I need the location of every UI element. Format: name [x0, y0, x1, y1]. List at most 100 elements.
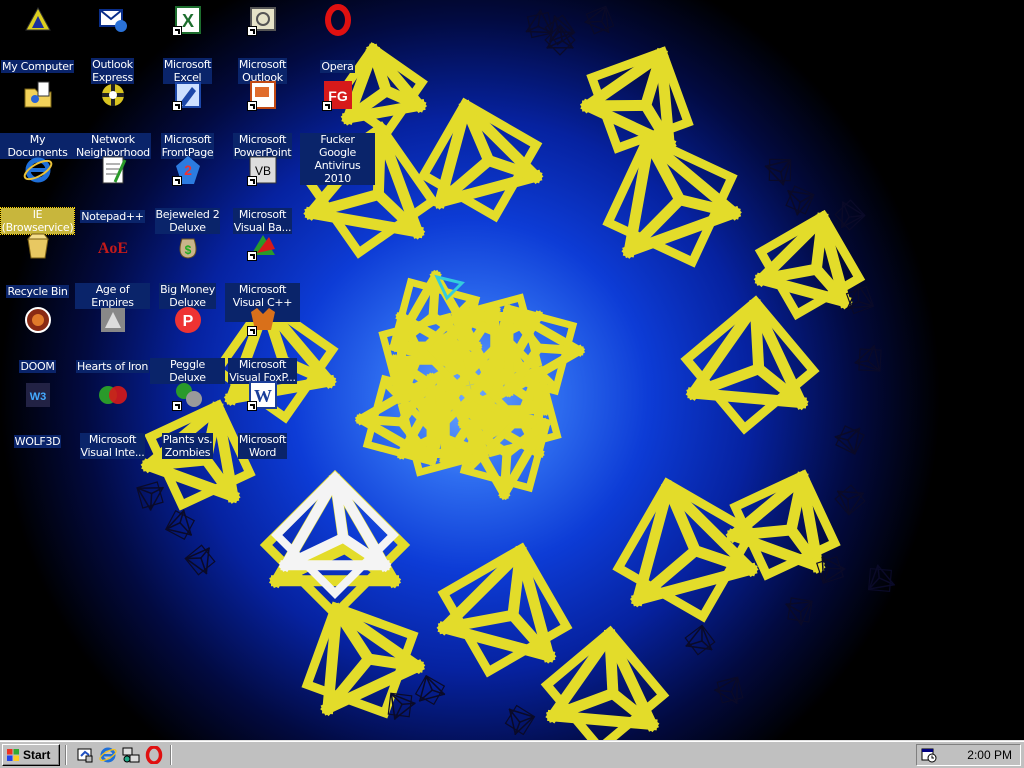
desktop-icon-peggle[interactable]: P Peggle Deluxe — [150, 304, 225, 385]
tetrahedron-shape — [714, 676, 744, 705]
tetrahedron-shape — [834, 199, 866, 231]
desktop-icon-excel[interactable]: X Microsoft Excel — [150, 4, 225, 85]
desktop-icon-label: Opera — [320, 60, 355, 73]
desktop-icon-frontpage[interactable]: Microsoft FrontPage — [150, 79, 225, 160]
desktop-icon-outlook[interactable]: Microsoft Outlook — [225, 4, 300, 85]
outlook-express-icon — [97, 4, 129, 36]
internet-explorer-icon[interactable] — [99, 746, 117, 764]
computer-icon — [22, 4, 54, 36]
desktop-icon-my-computer[interactable]: My Computer — [0, 4, 75, 74]
desktop-icon-hearts-of-iron[interactable]: Hearts of Iron — [75, 304, 150, 374]
svg-text:2: 2 — [184, 162, 192, 178]
shortcut-arrow-icon — [246, 251, 257, 261]
desktop-icon-powerpoint[interactable]: Microsoft PowerPoint — [225, 79, 300, 160]
svg-text:$: $ — [184, 243, 191, 257]
desktop-icon-label: WOLF3D — [13, 435, 62, 448]
internet-explorer-icon — [22, 154, 54, 186]
svg-text:P: P — [182, 313, 193, 330]
word-icon: W — [246, 379, 279, 411]
network-icon — [97, 79, 129, 111]
desktop-icon-opera[interactable]: Opera — [300, 4, 375, 74]
antivirus-icon: FG — [321, 79, 354, 111]
doom-icon — [22, 304, 54, 336]
shortcut-arrow-icon — [246, 401, 257, 411]
powerpoint-icon — [246, 79, 279, 111]
tetrahedron-shape — [834, 425, 865, 455]
tetrahedron-shape — [867, 564, 896, 593]
tetrahedron-shape — [414, 674, 446, 706]
desktop-icon-word[interactable]: W Microsoft Word — [225, 379, 300, 460]
visual-basic-icon: VB — [246, 154, 279, 186]
desktop-icon-label: Microsoft Visual Inte... — [79, 433, 146, 459]
desktop-icon-doom[interactable]: DOOM — [0, 304, 75, 374]
desktop-icon-visual-foxpro[interactable]: Microsoft Visual FoxP... — [225, 304, 300, 385]
desktop-icon-recycle-bin[interactable]: Recycle Bin — [0, 229, 75, 299]
clock[interactable]: 2:00 PM — [967, 745, 1012, 765]
tetrahedron-shape — [684, 624, 716, 656]
opera-icon — [322, 4, 354, 36]
desktop-icon-wolf3d[interactable]: W3 WOLF3D — [0, 379, 75, 449]
desktop-icon-label: Notepad++ — [80, 210, 145, 223]
svg-text:AoE: AoE — [97, 240, 127, 257]
desktop-icon-antivirus[interactable]: FG Fucker Google Antivirus 2010 — [300, 79, 375, 186]
desktop-icon-outlook-express[interactable]: Outlook Express — [75, 4, 150, 85]
outlook-icon — [246, 4, 279, 36]
documents-folder-icon — [22, 79, 54, 111]
shortcut-arrow-icon — [171, 401, 182, 411]
desktop-icon-big-money[interactable]: $ Big Money Deluxe — [150, 229, 225, 310]
taskbar: Start 2:00 PM — [0, 740, 1024, 768]
desktop-icon-bejeweled[interactable]: 2 Bejeweled 2 Deluxe — [150, 154, 225, 235]
tetrahedron-shape — [834, 484, 866, 516]
windows-logo-icon — [7, 749, 19, 761]
notepad-icon — [97, 154, 129, 186]
opera-icon[interactable] — [145, 746, 163, 764]
tetrahedron-shape — [785, 185, 815, 216]
tetrahedron-shape — [417, 97, 544, 223]
desktop-icon-notepadpp[interactable]: Notepad++ — [75, 154, 150, 224]
shortcut-arrow-icon — [171, 176, 182, 186]
excel-icon: X — [171, 4, 204, 36]
visual-cpp-icon — [246, 229, 279, 261]
wolf3d-icon: W3 — [22, 379, 54, 411]
shortcut-arrow-icon — [321, 101, 332, 111]
start-button[interactable]: Start — [2, 744, 60, 766]
desktop-icon-label: Microsoft Word — [237, 433, 288, 459]
tetrahedron-shape — [785, 597, 813, 626]
shortcut-arrow-icon — [246, 326, 257, 336]
tetrahedron-shape — [136, 481, 164, 511]
desktop-icon-ie[interactable]: IE (Browservice) — [0, 154, 76, 235]
desktop[interactable]: My Computer Outlook Express X Microsoft Exc… — [0, 0, 1024, 740]
tetrahedron-shape — [504, 704, 536, 736]
desktop-icon-my-documents[interactable]: My Documents — [0, 79, 75, 160]
interdev-icon — [97, 379, 129, 411]
scheduler-icon[interactable] — [921, 747, 937, 763]
tetrahedron-shape — [854, 344, 882, 372]
tetrahedron-shape — [436, 542, 573, 678]
desktop-icon-age-of-empires[interactable]: AoE Age of Empires — [75, 229, 150, 310]
tetrahedron-shape — [301, 601, 426, 719]
desktop-icon-visual-basic[interactable]: VB Microsoft Visual Ba... — [225, 154, 300, 235]
desktop-icon-label: Fucker Google Antivirus 2010 — [300, 133, 375, 185]
svg-text:VB: VB — [254, 164, 270, 178]
recycle-bin-icon — [22, 229, 54, 261]
tetrahedron-shape — [164, 509, 196, 541]
desktop-icon-label: Recycle Bin — [6, 285, 69, 298]
desktop-icon-visual-interdev[interactable]: Microsoft Visual Inte... — [75, 379, 150, 460]
desktop-icon-network-neighborhood[interactable]: Network Neighborhood — [75, 79, 151, 160]
start-label: Start — [23, 748, 51, 762]
frontpage-icon — [171, 79, 204, 111]
desktop-icon-label: Hearts of Iron — [76, 360, 149, 373]
age-of-empires-icon: AoE — [97, 229, 129, 261]
money-bag-icon: $ — [172, 229, 204, 261]
foxpro-icon — [246, 304, 279, 336]
peggle-icon: P — [172, 304, 204, 336]
taskbar-separator — [65, 745, 67, 765]
shortcut-arrow-icon — [171, 26, 182, 36]
show-desktop-icon[interactable] — [76, 746, 94, 764]
desktop-icon-plants-vs-zombies[interactable]: Plants vs. Zombies — [150, 379, 225, 460]
desktop-icon-label: My Computer — [1, 60, 74, 73]
svg-text:X: X — [181, 11, 193, 31]
network-icon[interactable] — [122, 746, 140, 764]
hearts-of-iron-icon — [97, 304, 129, 336]
bejeweled-icon: 2 — [171, 154, 204, 186]
